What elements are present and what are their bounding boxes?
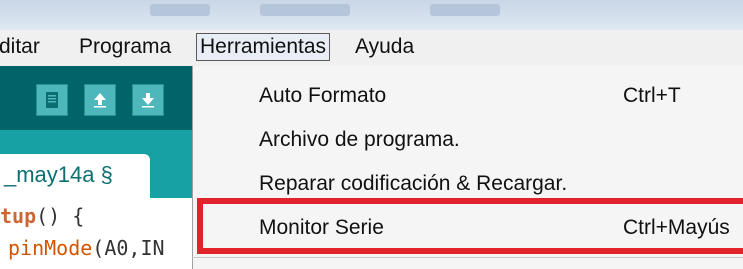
editor-toolbar (0, 66, 192, 130)
sketch-tab-label: _may14a § (4, 162, 113, 187)
code-line-2: pinMode(A0,IN (8, 236, 165, 260)
tab-strip: _may14a § (0, 130, 192, 198)
download-icon[interactable] (132, 84, 164, 116)
menu-item-label: Archivo de programa. (259, 128, 460, 151)
menu-ayuda[interactable]: Ayuda (352, 34, 417, 60)
code-line-1: tup() { (0, 204, 85, 228)
menu-item-reparar-codificacion[interactable]: Reparar codificación & Recargar. (193, 164, 743, 204)
menu-item-monitor-serie[interactable]: Monitor Serie Ctrl+Mayús (193, 208, 743, 248)
window-title-bar (0, 0, 743, 30)
menu-herramientas[interactable]: Herramientas (196, 33, 331, 61)
menu-item-auto-formato[interactable]: Auto Formato Ctrl+T (193, 76, 743, 116)
menu-item-archivo-de-programa[interactable]: Archivo de programa. (193, 120, 743, 160)
menu-item-label: Monitor Serie (259, 216, 384, 239)
title-blur (260, 4, 350, 16)
sketch-tab[interactable]: _may14a § (0, 154, 150, 198)
menu-programa[interactable]: Programa (76, 34, 174, 60)
title-blur (150, 4, 210, 16)
upload-icon[interactable] (84, 84, 116, 116)
document-icon[interactable] (36, 84, 68, 116)
menu-bar: ditar Programa Herramientas Ayuda (0, 30, 743, 67)
menu-editar[interactable]: ditar (0, 34, 43, 60)
herramientas-dropdown: Auto Formato Ctrl+T Archivo de programa.… (192, 66, 743, 269)
menu-item-label: Reparar codificación & Recargar. (259, 172, 568, 195)
code-editor[interactable]: tup() { pinMode(A0,IN (0, 198, 192, 269)
menu-divider (192, 257, 743, 258)
menu-item-label: Auto Formato (259, 84, 387, 107)
menu-item-shortcut: Ctrl+Mayús (623, 216, 730, 239)
title-blur (430, 4, 500, 16)
menu-item-shortcut: Ctrl+T (623, 84, 681, 107)
